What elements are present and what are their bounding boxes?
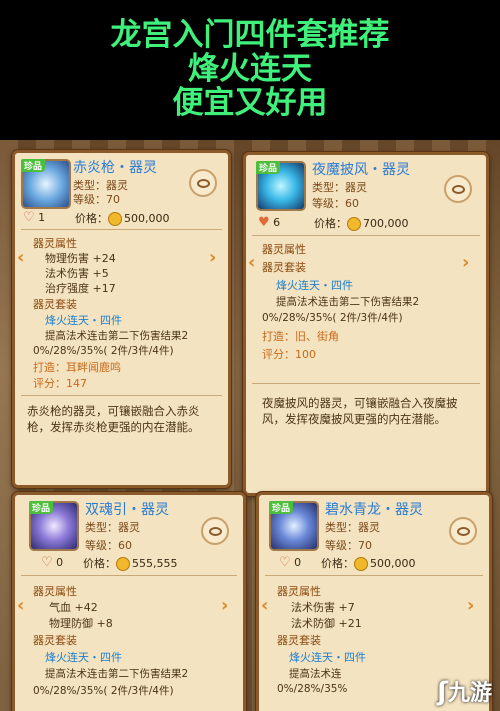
item-icon[interactable]: 珍品 [29, 501, 79, 551]
item-card-yemopifeng: 珍品 夜魔披风・器灵 类型：器灵 等级：60 ♥ 6 价格： 700,000 器灵… [243, 152, 489, 496]
divider [252, 383, 480, 384]
rarity-badge: 珍品 [21, 159, 46, 172]
divider [21, 229, 222, 230]
heart-icon: ♥ [258, 215, 270, 230]
attr-line: 法术伤害 +7 [291, 601, 355, 614]
divider [252, 235, 480, 236]
set-header: 器灵套装 [277, 634, 321, 647]
item-type: 类型：器灵 [312, 181, 367, 194]
rarity-badge: 珍品 [256, 161, 281, 174]
like-count[interactable]: ♡ 0 [41, 555, 63, 570]
rarity-badge: 珍品 [269, 501, 294, 514]
attr-header: 器灵属性 [33, 237, 77, 250]
game-scene: 珍品 赤炎枪・器灵 类型：器灵 等级：70 ♡ 1 价格： 500,000 器灵属… [0, 140, 500, 711]
eye-icon[interactable] [189, 169, 217, 197]
item-type: 类型：器灵 [325, 521, 380, 534]
forge-info: 打造：耳畔闻鹿鸣 [33, 361, 121, 374]
heart-icon: ♡ [41, 555, 53, 570]
attr-line: 气血 +42 [49, 601, 98, 614]
item-icon[interactable]: 珍品 [269, 501, 319, 551]
divider [21, 575, 237, 576]
attr-line: 法术伤害 +5 [45, 267, 109, 280]
heart-icon: ♡ [279, 555, 291, 570]
item-level: 等级：70 [73, 193, 120, 206]
price: 价格： 500,000 [75, 212, 170, 226]
arrow-left-icon[interactable]: ‹ [261, 595, 268, 616]
item-icon[interactable]: 珍品 [256, 161, 306, 211]
banner-line-2: 烽火连天 [188, 51, 312, 87]
arrow-left-icon[interactable]: ‹ [248, 252, 255, 273]
arrow-right-icon[interactable]: › [462, 252, 469, 273]
divider [21, 395, 222, 396]
item-type: 类型：器灵 [85, 521, 140, 534]
like-count[interactable]: ♥ 6 [258, 215, 280, 230]
item-card-chiyanqiang: 珍品 赤炎枪・器灵 类型：器灵 等级：70 ♡ 1 价格： 500,000 器灵属… [12, 150, 231, 488]
attr-line: 物理伤害 +24 [45, 252, 116, 265]
like-count[interactable]: ♡ 1 [23, 210, 45, 225]
coin-icon [108, 212, 122, 226]
item-name: 双魂引・器灵 [85, 502, 169, 518]
set-name: 烽火连天・四件 [45, 314, 122, 327]
set-name: 烽火连天・四件 [276, 279, 353, 292]
set-header: 器灵套装 [33, 298, 77, 311]
item-card-shuanghunyin: 珍品 双魂引・器灵 类型：器灵 等级：60 ♡ 0 价格： 555,555 器灵属… [12, 492, 246, 711]
attr-line: 治疗强度 +17 [45, 282, 116, 295]
item-level: 等级：60 [312, 197, 359, 210]
score: 评分：147 [33, 377, 87, 390]
price: 价格： 555,555 [83, 557, 178, 571]
item-level: 等级：70 [325, 539, 372, 552]
set-header: 器灵套装 [262, 261, 306, 274]
set-name: 烽火连天・四件 [45, 651, 122, 664]
item-name: 碧水青龙・器灵 [325, 502, 423, 518]
item-icon[interactable]: 珍品 [21, 159, 71, 209]
set-desc-2: 0%/28%/35%( 2件/3件/4件) [262, 312, 403, 324]
set-desc-2: 0%/28%/35% [277, 683, 348, 695]
heart-icon: ♡ [23, 210, 35, 225]
title-banner: 龙宫入门四件套推荐 烽火连天 便宜又好用 [0, 0, 500, 140]
coin-icon [354, 557, 368, 571]
banner-line-1: 龙宫入门四件套推荐 [110, 17, 390, 53]
set-desc-2: 0%/28%/35%( 2件/3件/4件) [33, 345, 174, 357]
arrow-left-icon[interactable]: ‹ [17, 247, 24, 268]
set-desc: 提高法术连击第二下伤害结果2 [276, 296, 420, 308]
set-name: 烽火连天・四件 [289, 651, 366, 664]
attr-line: 法术防御 +21 [291, 617, 362, 630]
arrow-right-icon[interactable]: › [221, 595, 228, 616]
attr-header: 器灵属性 [277, 585, 321, 598]
price: 价格： 500,000 [321, 557, 416, 571]
item-description: 夜魔披风的器灵，可镶嵌融合入夜魔披风，发挥夜魔披风更强的内在潜能。 [262, 396, 458, 426]
score: 评分：100 [262, 348, 316, 361]
arrow-left-icon[interactable]: ‹ [17, 595, 24, 616]
set-desc: 提高法术连击第二下伤害结果2 [45, 330, 189, 342]
item-name: 夜魔披风・器灵 [312, 162, 410, 178]
eye-icon[interactable] [444, 175, 472, 203]
coin-icon [347, 217, 361, 231]
coin-icon [116, 557, 130, 571]
set-desc: 提高法术连击第二下伤害结果2 [45, 668, 189, 680]
item-level: 等级：60 [85, 539, 132, 552]
arrow-right-icon[interactable]: › [467, 595, 474, 616]
item-name: 赤炎枪・器灵 [73, 160, 157, 176]
like-count[interactable]: ♡ 0 [279, 555, 301, 570]
rarity-badge: 珍品 [29, 501, 54, 514]
set-desc: 提高法术连 [289, 668, 342, 680]
eye-icon[interactable] [449, 517, 477, 545]
set-desc-2: 0%/28%/35%( 2件/3件/4件) [33, 685, 174, 697]
banner-line-3: 便宜又好用 [172, 85, 328, 121]
set-header: 器灵套装 [33, 634, 77, 647]
item-description: 赤炎枪的器灵，可镶嵌融合入赤炎枪，发挥赤炎枪更强的内在潜能。 [27, 404, 200, 434]
attr-header: 器灵属性 [262, 243, 306, 256]
watermark-logo: ʃ九游 [437, 677, 492, 707]
arrow-right-icon[interactable]: › [209, 247, 216, 268]
forge-info: 打造：旧、街角 [262, 330, 339, 343]
eye-icon[interactable] [201, 517, 229, 545]
divider [265, 575, 483, 576]
attr-header: 器灵属性 [33, 585, 77, 598]
attr-line: 物理防御 +8 [49, 617, 113, 630]
price: 价格： 700,000 [314, 217, 409, 231]
